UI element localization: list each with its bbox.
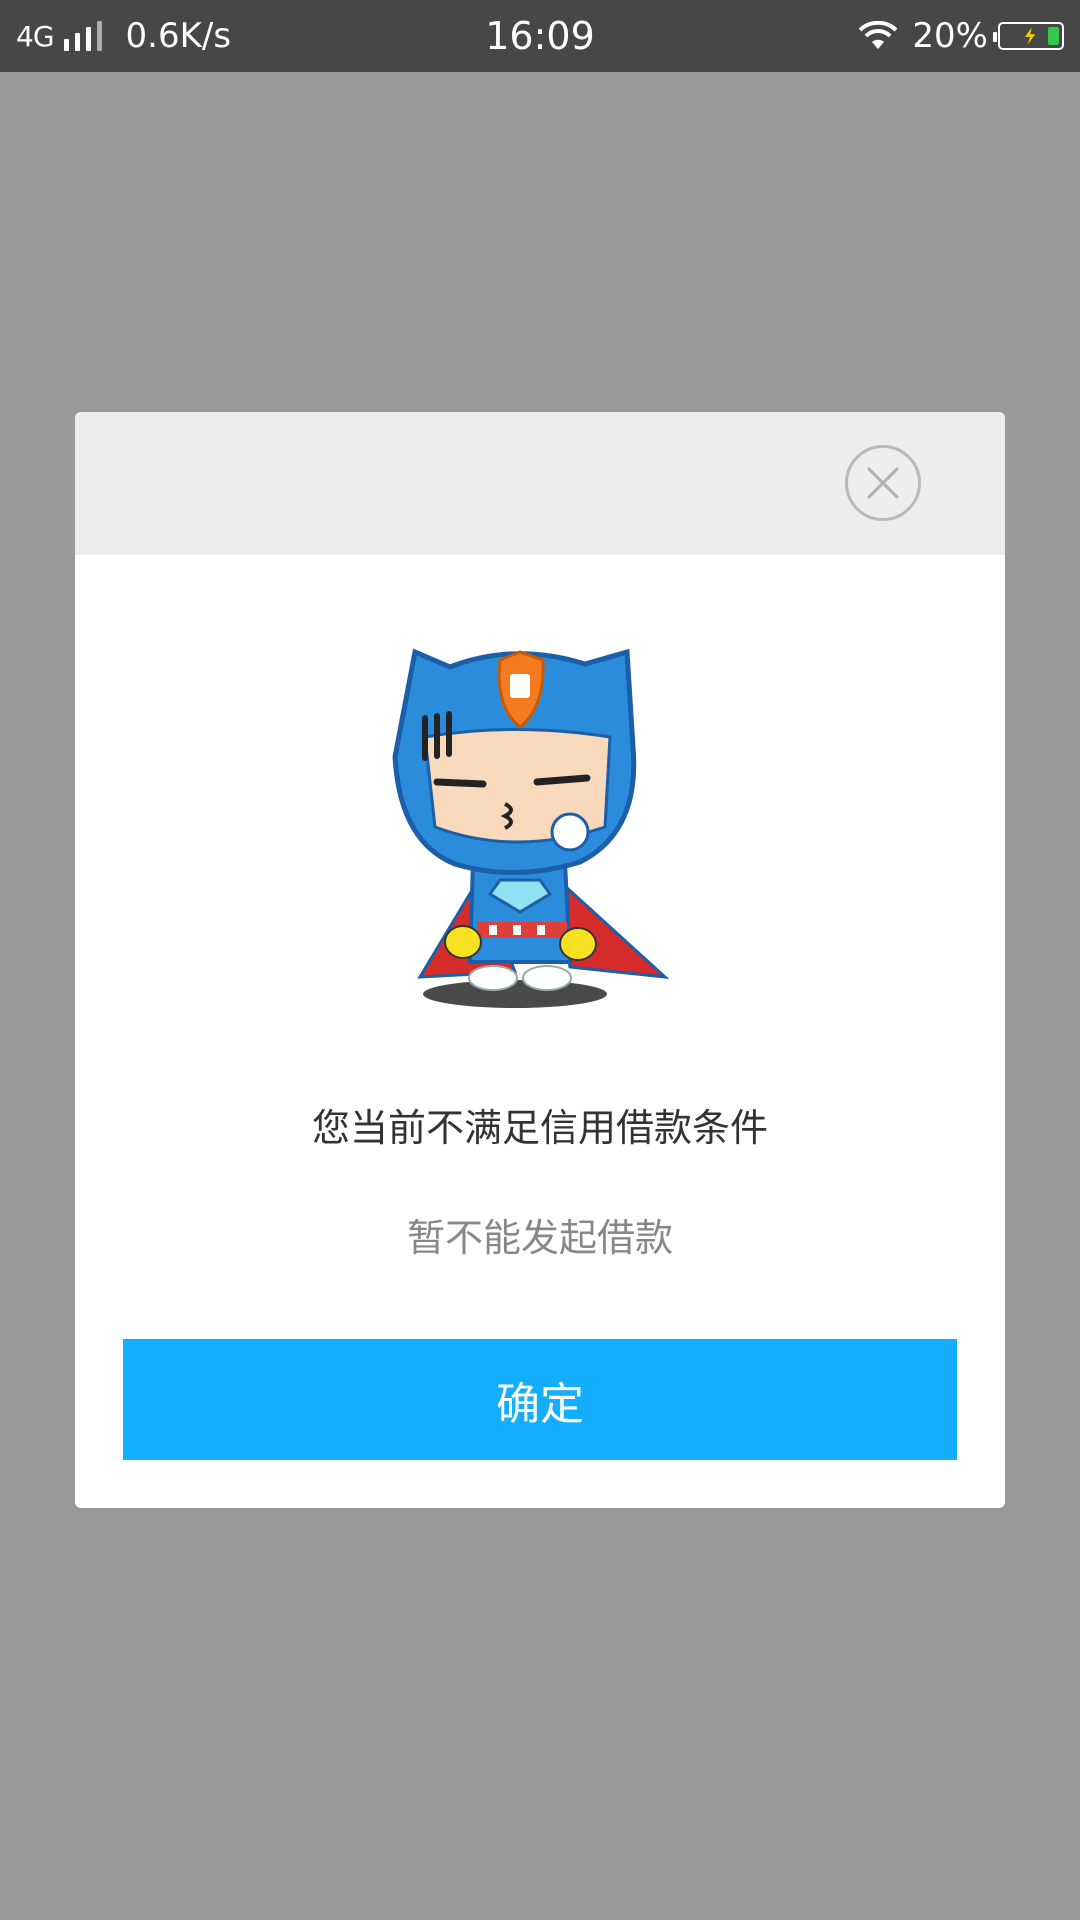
charging-bolt-icon bbox=[1025, 27, 1036, 45]
dialog-title: 您当前不满足信用借款条件 bbox=[311, 1106, 768, 1150]
status-bar-right: 20% bbox=[858, 0, 1064, 72]
close-button[interactable] bbox=[845, 445, 921, 521]
confirm-button[interactable]: 确定 bbox=[123, 1339, 957, 1460]
close-icon bbox=[867, 467, 899, 499]
status-bar: 4G 0.6K/s 16:09 20% bbox=[0, 0, 1080, 72]
dialog-header bbox=[75, 412, 1005, 555]
wifi-icon bbox=[859, 21, 898, 49]
alert-dialog: 您当前不满足信用借款条件 暂不能发起借款 确定 bbox=[75, 412, 1005, 1508]
superhero-mascot-illustration bbox=[392, 648, 670, 1008]
battery-percent: 20% bbox=[912, 16, 988, 56]
battery-charging-icon bbox=[993, 22, 1064, 50]
dialog-subtitle: 暂不能发起借款 bbox=[406, 1216, 673, 1260]
